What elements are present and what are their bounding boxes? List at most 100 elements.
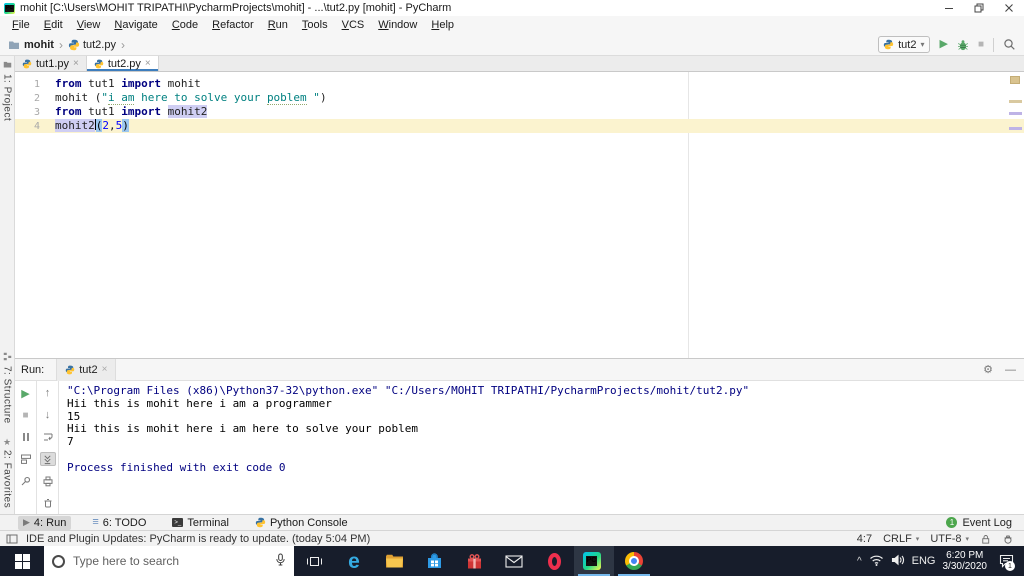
- edge-icon[interactable]: e: [334, 546, 374, 576]
- line-separator[interactable]: CRLF: [883, 533, 912, 545]
- file-explorer-icon[interactable]: [374, 546, 414, 576]
- search-input[interactable]: [73, 554, 267, 568]
- stop-button[interactable]: ■: [978, 39, 984, 50]
- status-bar: IDE and Plugin Updates: PyCharm is ready…: [0, 530, 1024, 546]
- structure-icon: [3, 352, 12, 363]
- hide-panel-icon[interactable]: —: [1005, 364, 1016, 376]
- close-icon[interactable]: ×: [73, 58, 79, 69]
- restore-layout-button[interactable]: [18, 452, 34, 466]
- python-file-icon: [94, 59, 104, 69]
- clear-all-button[interactable]: [40, 496, 56, 510]
- down-stack-trace-button[interactable]: ↓: [40, 408, 56, 422]
- project-stripe-label: 1: Project: [1, 74, 13, 122]
- volume-icon[interactable]: [891, 554, 905, 569]
- language-indicator[interactable]: ENG: [912, 555, 936, 567]
- menu-code[interactable]: Code: [165, 17, 205, 33]
- project-tool-button[interactable]: 1: Project: [2, 60, 13, 121]
- start-button[interactable]: [0, 546, 44, 576]
- editor-tab-bar: tut1.py × tut2.py ×: [15, 56, 1024, 72]
- console-output-line: Hii this is mohit here i am here to solv…: [67, 422, 418, 436]
- run-configuration-dropdown[interactable]: tut2 ▾: [878, 36, 931, 53]
- taskbar-time: 6:20 PM: [946, 550, 984, 561]
- inspection-status-indicator[interactable]: [1010, 76, 1020, 84]
- code-line-1: 1 from tut1 import mohit: [15, 77, 1024, 91]
- action-center-button[interactable]: 1: [994, 549, 1018, 573]
- tab-tut2[interactable]: tut2.py ×: [86, 56, 159, 71]
- menu-edit[interactable]: Edit: [37, 17, 70, 33]
- wifi-icon[interactable]: [869, 554, 884, 569]
- menu-help[interactable]: Help: [424, 17, 461, 33]
- pycharm-taskbar-icon[interactable]: PC: [574, 546, 614, 576]
- gift-app-icon[interactable]: [454, 546, 494, 576]
- tab-tut1[interactable]: tut1.py ×: [15, 56, 87, 71]
- mail-icon[interactable]: [494, 546, 534, 576]
- close-button[interactable]: [994, 0, 1024, 16]
- settings-gear-icon[interactable]: ⚙: [983, 363, 993, 376]
- structure-tool-button[interactable]: 7: Structure: [2, 352, 13, 424]
- code-editor[interactable]: 1 from tut1 import mohit 2 mohit ("i am …: [15, 72, 1024, 358]
- breadcrumb-project[interactable]: mohit: [24, 39, 54, 51]
- pause-output-button[interactable]: [18, 430, 34, 444]
- task-view-button[interactable]: [294, 546, 334, 576]
- chevron-down-icon: ▾: [965, 535, 969, 543]
- minimize-button[interactable]: [934, 0, 964, 16]
- navigation-bar: mohit › tut2.py › tut2 ▾ ▶ ■: [0, 34, 1024, 56]
- menu-navigate[interactable]: Navigate: [107, 17, 164, 33]
- scrollbar-usage-mark[interactable]: [1009, 127, 1022, 130]
- scroll-to-end-button[interactable]: [39, 452, 56, 466]
- opera-icon[interactable]: [534, 546, 574, 576]
- breadcrumb-file[interactable]: tut2.py: [83, 39, 116, 51]
- pin-tab-button[interactable]: [18, 474, 34, 488]
- stop-process-button[interactable]: ■: [18, 408, 34, 422]
- microphone-icon[interactable]: [275, 553, 286, 570]
- run-button[interactable]: ▶: [939, 39, 947, 50]
- debug-button[interactable]: [957, 39, 969, 51]
- toolwindow-python-console-button[interactable]: Python Console: [250, 516, 353, 530]
- toolwindow-terminal-button[interactable]: >_ Terminal: [167, 516, 234, 530]
- pycharm-logo-icon: PC: [4, 2, 15, 14]
- toolwindow-run-button[interactable]: ▶ 4: Run: [18, 515, 72, 530]
- scrollbar-warning-mark[interactable]: [1009, 100, 1022, 103]
- menu-vcs[interactable]: VCS: [335, 17, 372, 33]
- caret-position[interactable]: 4:7: [857, 533, 872, 545]
- soft-wrap-button[interactable]: [40, 430, 56, 444]
- event-log-button[interactable]: 1 Event Log: [946, 517, 1012, 529]
- line-number: 4: [33, 121, 40, 132]
- console-command-line: "C:\Program Files (x86)\Python37-32\pyth…: [67, 384, 750, 397]
- run-tab-tut2[interactable]: tut2 ×: [56, 358, 117, 381]
- menu-run[interactable]: Run: [261, 17, 295, 33]
- restore-button[interactable]: [964, 0, 994, 16]
- status-message[interactable]: IDE and Plugin Updates: PyCharm is ready…: [26, 533, 370, 545]
- run-tool-window: Run: tut2 × ⚙ — ▶ ■ ↑ ↓ "C:\Program File…: [15, 358, 1024, 514]
- rerun-button[interactable]: ▶: [18, 386, 34, 400]
- toolwindow-todo-button[interactable]: ≡ 6: TODO: [87, 516, 151, 530]
- lock-icon[interactable]: [980, 533, 991, 545]
- toolwindow-toggle-icon[interactable]: [6, 534, 18, 544]
- taskbar-search[interactable]: [44, 546, 294, 576]
- search-everywhere-icon[interactable]: [1003, 38, 1016, 51]
- taskbar-clock[interactable]: 6:20 PM 3/30/2020: [943, 550, 988, 572]
- tab-label: tut2.py: [107, 57, 141, 70]
- print-button[interactable]: [40, 474, 56, 488]
- line-number: 3: [33, 107, 40, 118]
- menu-window[interactable]: Window: [371, 17, 424, 33]
- microsoft-store-icon[interactable]: [414, 546, 454, 576]
- up-stack-trace-button[interactable]: ↑: [40, 386, 56, 400]
- file-encoding[interactable]: UTF-8: [930, 533, 961, 545]
- todo-list-icon: ≡: [92, 516, 99, 528]
- code-line-4-current: 4 mohit2(2,5): [15, 119, 1024, 133]
- menu-file[interactable]: File: [5, 17, 37, 33]
- close-icon[interactable]: ×: [145, 58, 151, 69]
- run-console-output[interactable]: "C:\Program Files (x86)\Python37-32\pyth…: [59, 381, 1024, 514]
- menu-view[interactable]: View: [70, 17, 108, 33]
- highlighting-level-icon[interactable]: [1002, 533, 1014, 545]
- favorites-tool-button[interactable]: ★ 2: Favorites: [2, 437, 13, 508]
- menu-refactor[interactable]: Refactor: [205, 17, 261, 33]
- chrome-icon[interactable]: [614, 546, 654, 576]
- close-icon[interactable]: ×: [102, 364, 108, 375]
- console-output-line: 7: [67, 435, 74, 449]
- scrollbar-usage-mark[interactable]: [1009, 112, 1022, 115]
- tray-expand-icon[interactable]: ^: [857, 556, 862, 567]
- menu-tools[interactable]: Tools: [295, 17, 335, 33]
